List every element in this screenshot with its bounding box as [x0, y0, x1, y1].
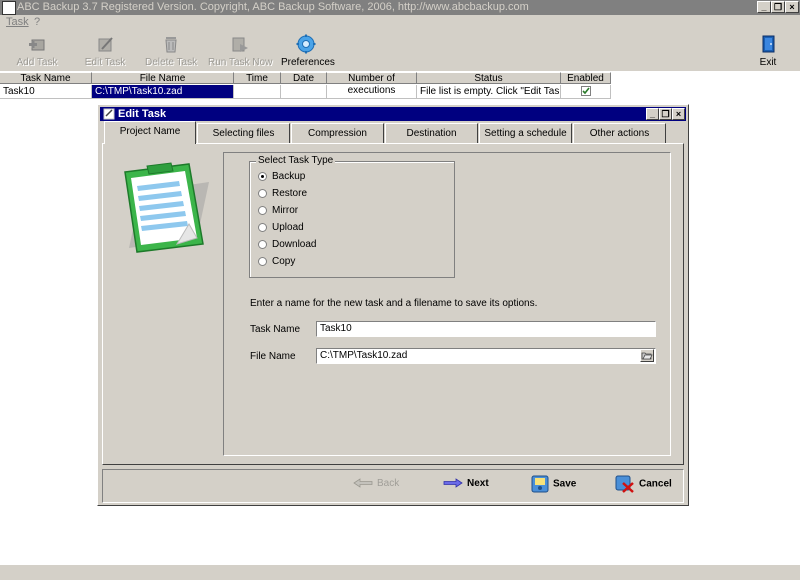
- toolbar: Add Task Edit Task Delete Task Run Task …: [0, 29, 800, 72]
- radio-dot[interactable]: [258, 172, 267, 181]
- dialog-icon: [103, 108, 115, 120]
- trash-icon: [160, 34, 182, 54]
- next-button[interactable]: Next: [443, 478, 489, 489]
- radio-dot[interactable]: [258, 240, 267, 249]
- tab-destination[interactable]: Destination: [385, 123, 478, 143]
- file-name-label: File Name: [250, 351, 296, 362]
- cell-task-name[interactable]: Task10: [0, 85, 92, 99]
- tab-compression[interactable]: Compression: [291, 123, 384, 143]
- add-task-icon: [26, 34, 48, 54]
- tab-schedule[interactable]: Setting a schedule: [479, 123, 572, 143]
- radio-copy-label: Copy: [272, 256, 296, 267]
- save-label: Save: [553, 478, 577, 490]
- save-button[interactable]: Save: [531, 475, 576, 493]
- column-header-enabled[interactable]: Enabled: [561, 72, 611, 84]
- column-header-status[interactable]: Status: [417, 72, 561, 84]
- clipboard-icon: [124, 162, 209, 253]
- preferences-button[interactable]: Preferences: [281, 34, 335, 68]
- minimize-button[interactable]: _: [757, 1, 771, 13]
- task-type-legend: Select Task Type: [256, 155, 336, 166]
- run-task-icon: [228, 34, 250, 54]
- back-button[interactable]: Back: [353, 478, 399, 489]
- next-label: Next: [467, 478, 489, 489]
- radio-dot[interactable]: [258, 257, 267, 266]
- run-task-now-button[interactable]: Run Task Now: [208, 34, 273, 68]
- edit-task-label: Edit Task: [84, 57, 126, 68]
- radio-mirror-label: Mirror: [272, 205, 299, 216]
- preferences-label: Preferences: [281, 57, 335, 68]
- cell-date[interactable]: [281, 85, 327, 99]
- radio-upload-label: Upload: [272, 222, 304, 233]
- edit-task-icon: [94, 34, 116, 54]
- edit-task-button[interactable]: Edit Task: [84, 34, 126, 68]
- back-label: Back: [377, 478, 400, 489]
- tab-project-name[interactable]: Project Name: [104, 121, 196, 144]
- enabled-checkbox[interactable]: [581, 86, 591, 96]
- task-name-label: Task Name: [250, 324, 301, 335]
- tab-selecting-files[interactable]: Selecting files: [197, 123, 290, 143]
- status-bar: [0, 564, 800, 580]
- column-header-date[interactable]: Date: [281, 72, 327, 84]
- edit-task-window: Edit Task _ ❐ × Project Name Selecting f…: [97, 104, 689, 506]
- column-header-file-name[interactable]: File Name: [92, 72, 234, 84]
- run-task-now-label: Run Task Now: [208, 57, 273, 68]
- task-name-input[interactable]: Task10: [316, 321, 656, 337]
- column-header-task-name[interactable]: Task Name: [0, 72, 92, 84]
- save-icon: [531, 475, 549, 493]
- radio-dot[interactable]: [258, 206, 267, 215]
- task-table: Task Name File Name Time Date Number of …: [0, 72, 611, 99]
- back-arrow-icon: [353, 478, 373, 489]
- dialog-minimize-button[interactable]: _: [646, 108, 659, 120]
- cancel-button[interactable]: Cancel: [615, 475, 672, 493]
- add-task-button[interactable]: Add Task: [14, 34, 60, 68]
- gear-icon: [295, 34, 317, 54]
- menu-help[interactable]: ?: [34, 16, 40, 28]
- exit-label: Exit: [759, 57, 777, 68]
- dialog-maximize-button[interactable]: ❐: [659, 108, 672, 120]
- column-header-time[interactable]: Time: [234, 72, 281, 84]
- radio-dot[interactable]: [258, 223, 267, 232]
- cell-file-name[interactable]: C:\TMP\Task10.zad: [92, 85, 234, 99]
- radio-backup-label: Backup: [272, 171, 306, 182]
- add-task-label: Add Task: [16, 57, 58, 68]
- cancel-label: Cancel: [639, 478, 672, 490]
- delete-task-button[interactable]: Delete Task: [145, 34, 197, 68]
- cell-time[interactable]: [234, 85, 281, 99]
- radio-download-label: Download: [272, 239, 317, 250]
- app-title-bar: ABC Backup 3.7 Registered Version. Copyr…: [0, 0, 800, 15]
- checkmark-icon: [582, 87, 590, 95]
- instruction-text: Enter a name for the new task and a file…: [250, 298, 538, 309]
- tab-panel: Select Task Type Backup Restore Mirror U…: [102, 143, 684, 465]
- cancel-icon: [615, 475, 634, 493]
- project-name-panel: Select Task Type Backup Restore Mirror U…: [223, 152, 671, 456]
- dialog-title-bar: Edit Task _ ❐ ×: [100, 107, 686, 121]
- menu-task[interactable]: Task: [6, 16, 29, 28]
- task-type-group: Select Task Type Backup Restore Mirror U…: [249, 155, 455, 278]
- radio-restore-label: Restore: [272, 188, 308, 199]
- cell-status[interactable]: File list is empty. Click "Edit Task" an…: [417, 85, 561, 99]
- dialog-title: Edit Task: [118, 108, 167, 120]
- tab-other-actions[interactable]: Other actions: [573, 123, 666, 143]
- column-header-executions[interactable]: Number of executions: [327, 72, 417, 96]
- browse-file-button[interactable]: [640, 349, 654, 362]
- dialog-close-button[interactable]: ×: [672, 108, 685, 120]
- cell-executions[interactable]: [327, 85, 417, 99]
- close-button[interactable]: ×: [785, 1, 799, 13]
- cell-enabled[interactable]: [561, 85, 611, 99]
- exit-door-icon: [757, 34, 779, 54]
- next-arrow-icon: [443, 478, 463, 489]
- app-icon: [2, 1, 16, 15]
- menu-bar: Task ?: [0, 15, 800, 29]
- app-title: ABC Backup 3.7 Registered Version. Copyr…: [17, 1, 529, 13]
- file-name-value: C:\TMP\Task10.zad: [320, 350, 408, 361]
- dialog-button-bar: Back Next Save Cancel: [102, 469, 684, 503]
- delete-task-label: Delete Task: [145, 57, 198, 68]
- maximize-button[interactable]: ❐: [771, 1, 785, 13]
- radio-dot[interactable]: [258, 189, 267, 198]
- file-name-input[interactable]: C:\TMP\Task10.zad: [316, 348, 656, 364]
- open-folder-icon: [641, 352, 653, 360]
- exit-button[interactable]: Exit: [753, 34, 783, 68]
